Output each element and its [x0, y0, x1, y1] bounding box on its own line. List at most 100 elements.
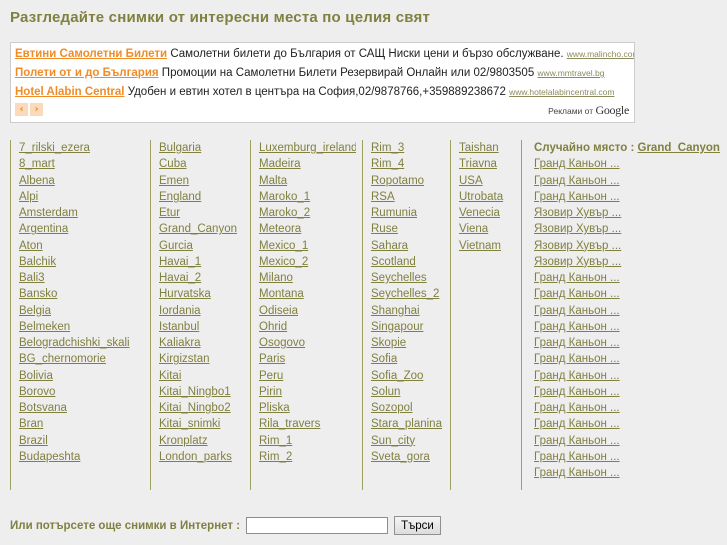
place-link[interactable]: Havai_1	[159, 254, 244, 270]
place-link[interactable]: Etur	[159, 205, 244, 221]
place-link[interactable]: Triavna	[459, 156, 515, 172]
google-ads-attribution[interactable]: Реклами от Google	[548, 103, 629, 118]
ad-url-link[interactable]: www.malincho.com/	[567, 49, 634, 59]
place-link[interactable]: Argentina	[19, 221, 144, 237]
ad-title-link[interactable]: Полети от и до България	[15, 67, 159, 79]
place-link[interactable]: Scotland	[371, 254, 444, 270]
place-link[interactable]: Peru	[259, 368, 356, 384]
place-link[interactable]: Seychelles_2	[371, 286, 444, 302]
photo-link[interactable]: Гранд Каньон ...	[534, 173, 706, 189]
place-link[interactable]: Sun_city	[371, 433, 444, 449]
place-link[interactable]: Cuba	[159, 156, 244, 172]
place-link[interactable]: Rim_3	[371, 140, 444, 156]
place-link[interactable]: Taishan	[459, 140, 515, 156]
photo-link[interactable]: Гранд Каньон ...	[534, 351, 706, 367]
next-arrow-icon[interactable]: ›	[30, 103, 43, 116]
place-link[interactable]: Skopie	[371, 335, 444, 351]
place-link[interactable]: Montana	[259, 286, 356, 302]
place-link[interactable]: Stara_planina	[371, 416, 444, 432]
place-link[interactable]: Ohrid	[259, 319, 356, 335]
place-link[interactable]: Borovo	[19, 384, 144, 400]
place-link[interactable]: Kirgizstan	[159, 351, 244, 367]
ad-title-link[interactable]: Евтини Самолетни Билети	[15, 48, 167, 60]
place-link[interactable]: Kronplatz	[159, 433, 244, 449]
place-link[interactable]: Ruse	[371, 221, 444, 237]
place-link[interactable]: Singapour	[371, 319, 444, 335]
place-link[interactable]: Odiseia	[259, 303, 356, 319]
place-link[interactable]: Bolivia	[19, 368, 144, 384]
photo-link[interactable]: Гранд Каньон ...	[534, 368, 706, 384]
photo-link[interactable]: Гранд Каньон ...	[534, 384, 706, 400]
place-link[interactable]: Mexico_2	[259, 254, 356, 270]
photo-link[interactable]: Гранд Каньон ...	[534, 303, 706, 319]
photo-link[interactable]: Гранд Каньон ...	[534, 335, 706, 351]
place-link[interactable]: Rim_1	[259, 433, 356, 449]
place-link[interactable]: Emen	[159, 173, 244, 189]
ad-url-link[interactable]: www.mmtravel.bg	[537, 68, 604, 78]
ad-url-link[interactable]: www.hotelalabincentral.com	[509, 87, 614, 97]
prev-arrow-icon[interactable]: ‹	[15, 103, 28, 116]
place-link[interactable]: Rila_travers	[259, 416, 356, 432]
place-link[interactable]: Belogradchishki_skali	[19, 335, 144, 351]
place-link[interactable]: Budapeshta	[19, 449, 144, 465]
place-link[interactable]: Sveta_gora	[371, 449, 444, 465]
place-link[interactable]: Mexico_1	[259, 238, 356, 254]
place-link[interactable]: Kitai	[159, 368, 244, 384]
place-link[interactable]: Bulgaria	[159, 140, 244, 156]
place-link[interactable]: Hurvatska	[159, 286, 244, 302]
place-link[interactable]: Sahara	[371, 238, 444, 254]
place-link[interactable]: Istanbul	[159, 319, 244, 335]
place-link[interactable]: Rumunia	[371, 205, 444, 221]
place-link[interactable]: Pirin	[259, 384, 356, 400]
search-input[interactable]	[246, 517, 389, 534]
photo-link[interactable]: Гранд Каньон ...	[534, 286, 706, 302]
place-link[interactable]: Kitai_Ningbo2	[159, 400, 244, 416]
photo-link[interactable]: Язовир Хувър ...	[534, 221, 706, 237]
place-link[interactable]: Balchik	[19, 254, 144, 270]
place-link[interactable]: England	[159, 189, 244, 205]
place-link[interactable]: Vietnam	[459, 238, 515, 254]
place-link[interactable]: Kitai_Ningbo1	[159, 384, 244, 400]
place-link[interactable]: Brazil	[19, 433, 144, 449]
photo-link[interactable]: Гранд Каньон ...	[534, 416, 706, 432]
place-link[interactable]: Rim_4	[371, 156, 444, 172]
place-link[interactable]: Seychelles	[371, 270, 444, 286]
place-link[interactable]: Rim_2	[259, 449, 356, 465]
place-link[interactable]: Kitai_snimki	[159, 416, 244, 432]
place-link[interactable]: Bansko	[19, 286, 144, 302]
photo-link[interactable]: Гранд Каньон ...	[534, 465, 706, 481]
place-link[interactable]: Meteora	[259, 221, 356, 237]
place-link[interactable]: Amsterdam	[19, 205, 144, 221]
place-link[interactable]: Bali3	[19, 270, 144, 286]
photo-link[interactable]: Гранд Каньон ...	[534, 433, 706, 449]
place-link[interactable]: Sozopol	[371, 400, 444, 416]
place-link[interactable]: Ropotamo	[371, 173, 444, 189]
place-link[interactable]: Malta	[259, 173, 356, 189]
search-button[interactable]: Търси	[394, 516, 441, 535]
place-link[interactable]: Alpi	[19, 189, 144, 205]
place-link[interactable]: Venecia	[459, 205, 515, 221]
place-link[interactable]: Aton	[19, 238, 144, 254]
place-link[interactable]: Solun	[371, 384, 444, 400]
photo-link[interactable]: Язовир Хувър ...	[534, 254, 706, 270]
photo-link[interactable]: Гранд Каньон ...	[534, 156, 706, 172]
place-link[interactable]: USA	[459, 173, 515, 189]
place-link[interactable]: Osogovo	[259, 335, 356, 351]
photo-link[interactable]: Гранд Каньон ...	[534, 400, 706, 416]
place-link[interactable]: Belmeken	[19, 319, 144, 335]
place-link[interactable]: Milano	[259, 270, 356, 286]
photo-link[interactable]: Язовир Хувър ...	[534, 205, 706, 221]
place-link[interactable]: Grand_Canyon	[159, 221, 244, 237]
place-link[interactable]: Iordania	[159, 303, 244, 319]
place-link[interactable]: Pliska	[259, 400, 356, 416]
ad-title-link[interactable]: Hotel Alabin Central	[15, 86, 124, 98]
random-place-link[interactable]: Grand_Canyon	[638, 142, 720, 154]
place-link[interactable]: Madeira	[259, 156, 356, 172]
place-link[interactable]: 7_rilski_ezera	[19, 140, 144, 156]
place-link[interactable]: 8_mart	[19, 156, 144, 172]
place-link[interactable]: Kaliakra	[159, 335, 244, 351]
place-link[interactable]: RSA	[371, 189, 444, 205]
place-link[interactable]: Viena	[459, 221, 515, 237]
place-link[interactable]: Sofia_Zoo	[371, 368, 444, 384]
place-link[interactable]: Utrobata	[459, 189, 515, 205]
